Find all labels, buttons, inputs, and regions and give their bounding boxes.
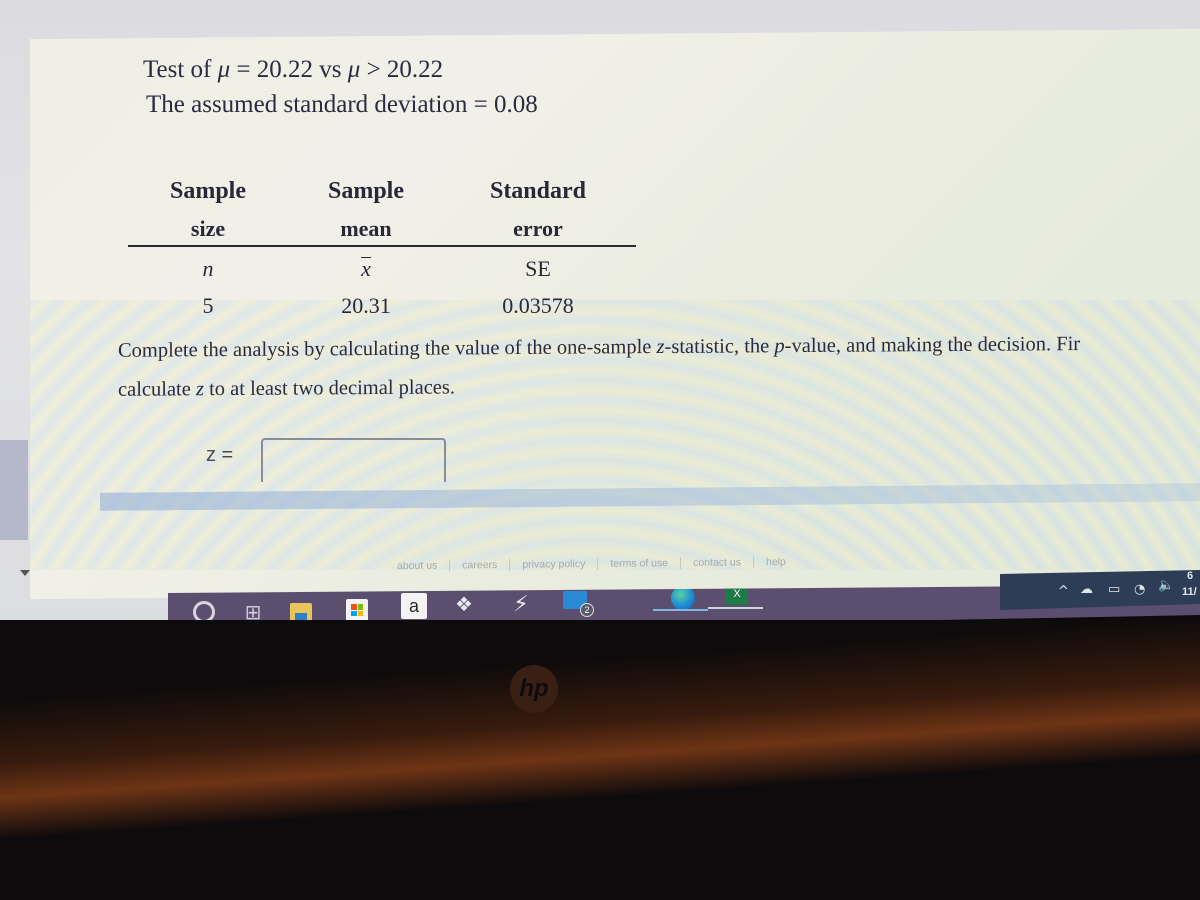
instructions-line-2: calculate z to at least two decimal plac…	[118, 363, 1200, 410]
instructions-line-1: Complete the analysis by calculating the…	[118, 324, 1200, 371]
mu-symbol: μ	[217, 56, 231, 83]
instr-part: to at least two decimal places.	[203, 376, 455, 401]
alt-hypothesis-value: > 20.22	[360, 56, 444, 83]
amazon-icon[interactable]: a	[401, 593, 427, 619]
value-standard-error: 0.03578	[502, 293, 574, 318]
footer-link-privacy-policy[interactable]: privacy policy	[510, 557, 599, 571]
mu-symbol: μ	[347, 56, 361, 83]
clock-date[interactable]: 11/	[1182, 586, 1197, 598]
assumed-sd-statement: The assumed standard deviation = 0.08	[146, 91, 538, 118]
instr-part: calculate	[118, 378, 196, 401]
header-standard-error-line2: error	[513, 216, 563, 241]
store-bag-icon	[346, 599, 368, 621]
hypothesis-prefix: Test of	[143, 56, 218, 83]
value-sample-mean: 20.31	[341, 293, 391, 318]
edge-logo-icon	[671, 586, 695, 610]
header-sample-mean-line2: mean	[340, 216, 392, 241]
hypothesis-statement: Test of μ = 20.22 vs μ > 20.22	[143, 56, 443, 84]
mail-icon[interactable]: 2	[560, 587, 594, 617]
onedrive-cloud-icon[interactable]: ☁	[1080, 582, 1093, 597]
header-sample-size-line1: Sample	[169, 178, 246, 204]
left-sidebar-edge	[0, 440, 28, 540]
symbol-n: n	[202, 256, 214, 281]
xbar-symbol: x	[361, 256, 371, 281]
footer-link-contact-us[interactable]: contact us	[681, 556, 754, 570]
footer-link-careers[interactable]: careers	[450, 558, 511, 572]
value-sample-size: 5	[202, 293, 214, 318]
footer-link-about-us[interactable]: about us	[385, 559, 451, 573]
footer-link-terms-of-use[interactable]: terms of use	[598, 557, 682, 570]
edge-active-indicator	[653, 609, 708, 611]
z-label: z =	[206, 444, 234, 466]
scroll-down-arrow-icon[interactable]	[20, 570, 30, 576]
null-hypothesis-value: = 20.22 vs	[230, 56, 348, 83]
clock-time[interactable]: 6	[1187, 570, 1193, 582]
mail-badge: 2	[580, 603, 594, 617]
battery-icon[interactable]: ▭	[1108, 582, 1120, 597]
volume-icon[interactable]: 🔈	[1158, 578, 1174, 593]
dropbox-icon[interactable]: ❖	[451, 591, 477, 617]
symbol-xbar: x	[286, 256, 446, 282]
wifi-icon[interactable]: ◔	[1134, 582, 1145, 597]
instr-part: Complete the analysis by calculating the…	[118, 336, 657, 362]
instr-part: -value, and making the decision. Fir	[784, 333, 1081, 358]
footer-link-help[interactable]: help	[754, 556, 798, 568]
show-hidden-icons-chevron-icon[interactable]: ^	[1058, 584, 1069, 599]
header-sample-mean-line1: Sample	[327, 178, 404, 204]
excel-active-indicator	[708, 607, 763, 609]
laptop-screen: Test of μ = 20.22 vs μ > 20.22 The assum…	[0, 0, 1200, 640]
symbol-se: SE	[525, 256, 551, 281]
hp-logo-icon: hp	[510, 665, 558, 713]
system-tray: ^ ☁ ▭ ◔ 🔈 6 11/	[1000, 570, 1200, 610]
instr-part: -statistic, the	[664, 335, 775, 358]
instr-z: z	[656, 335, 665, 359]
z-statistic-input[interactable]	[261, 438, 446, 482]
header-standard-error-line1: Standard	[489, 178, 587, 204]
instr-p: p	[774, 335, 785, 358]
header-sample-size-line2: size	[190, 216, 226, 241]
bolt-app-icon[interactable]: ⚡	[508, 591, 534, 617]
table-divider	[128, 245, 636, 247]
instr-z: z	[195, 378, 204, 401]
instructions-text: Complete the analysis by calculating the…	[118, 324, 1200, 410]
folder-icon	[290, 603, 312, 621]
